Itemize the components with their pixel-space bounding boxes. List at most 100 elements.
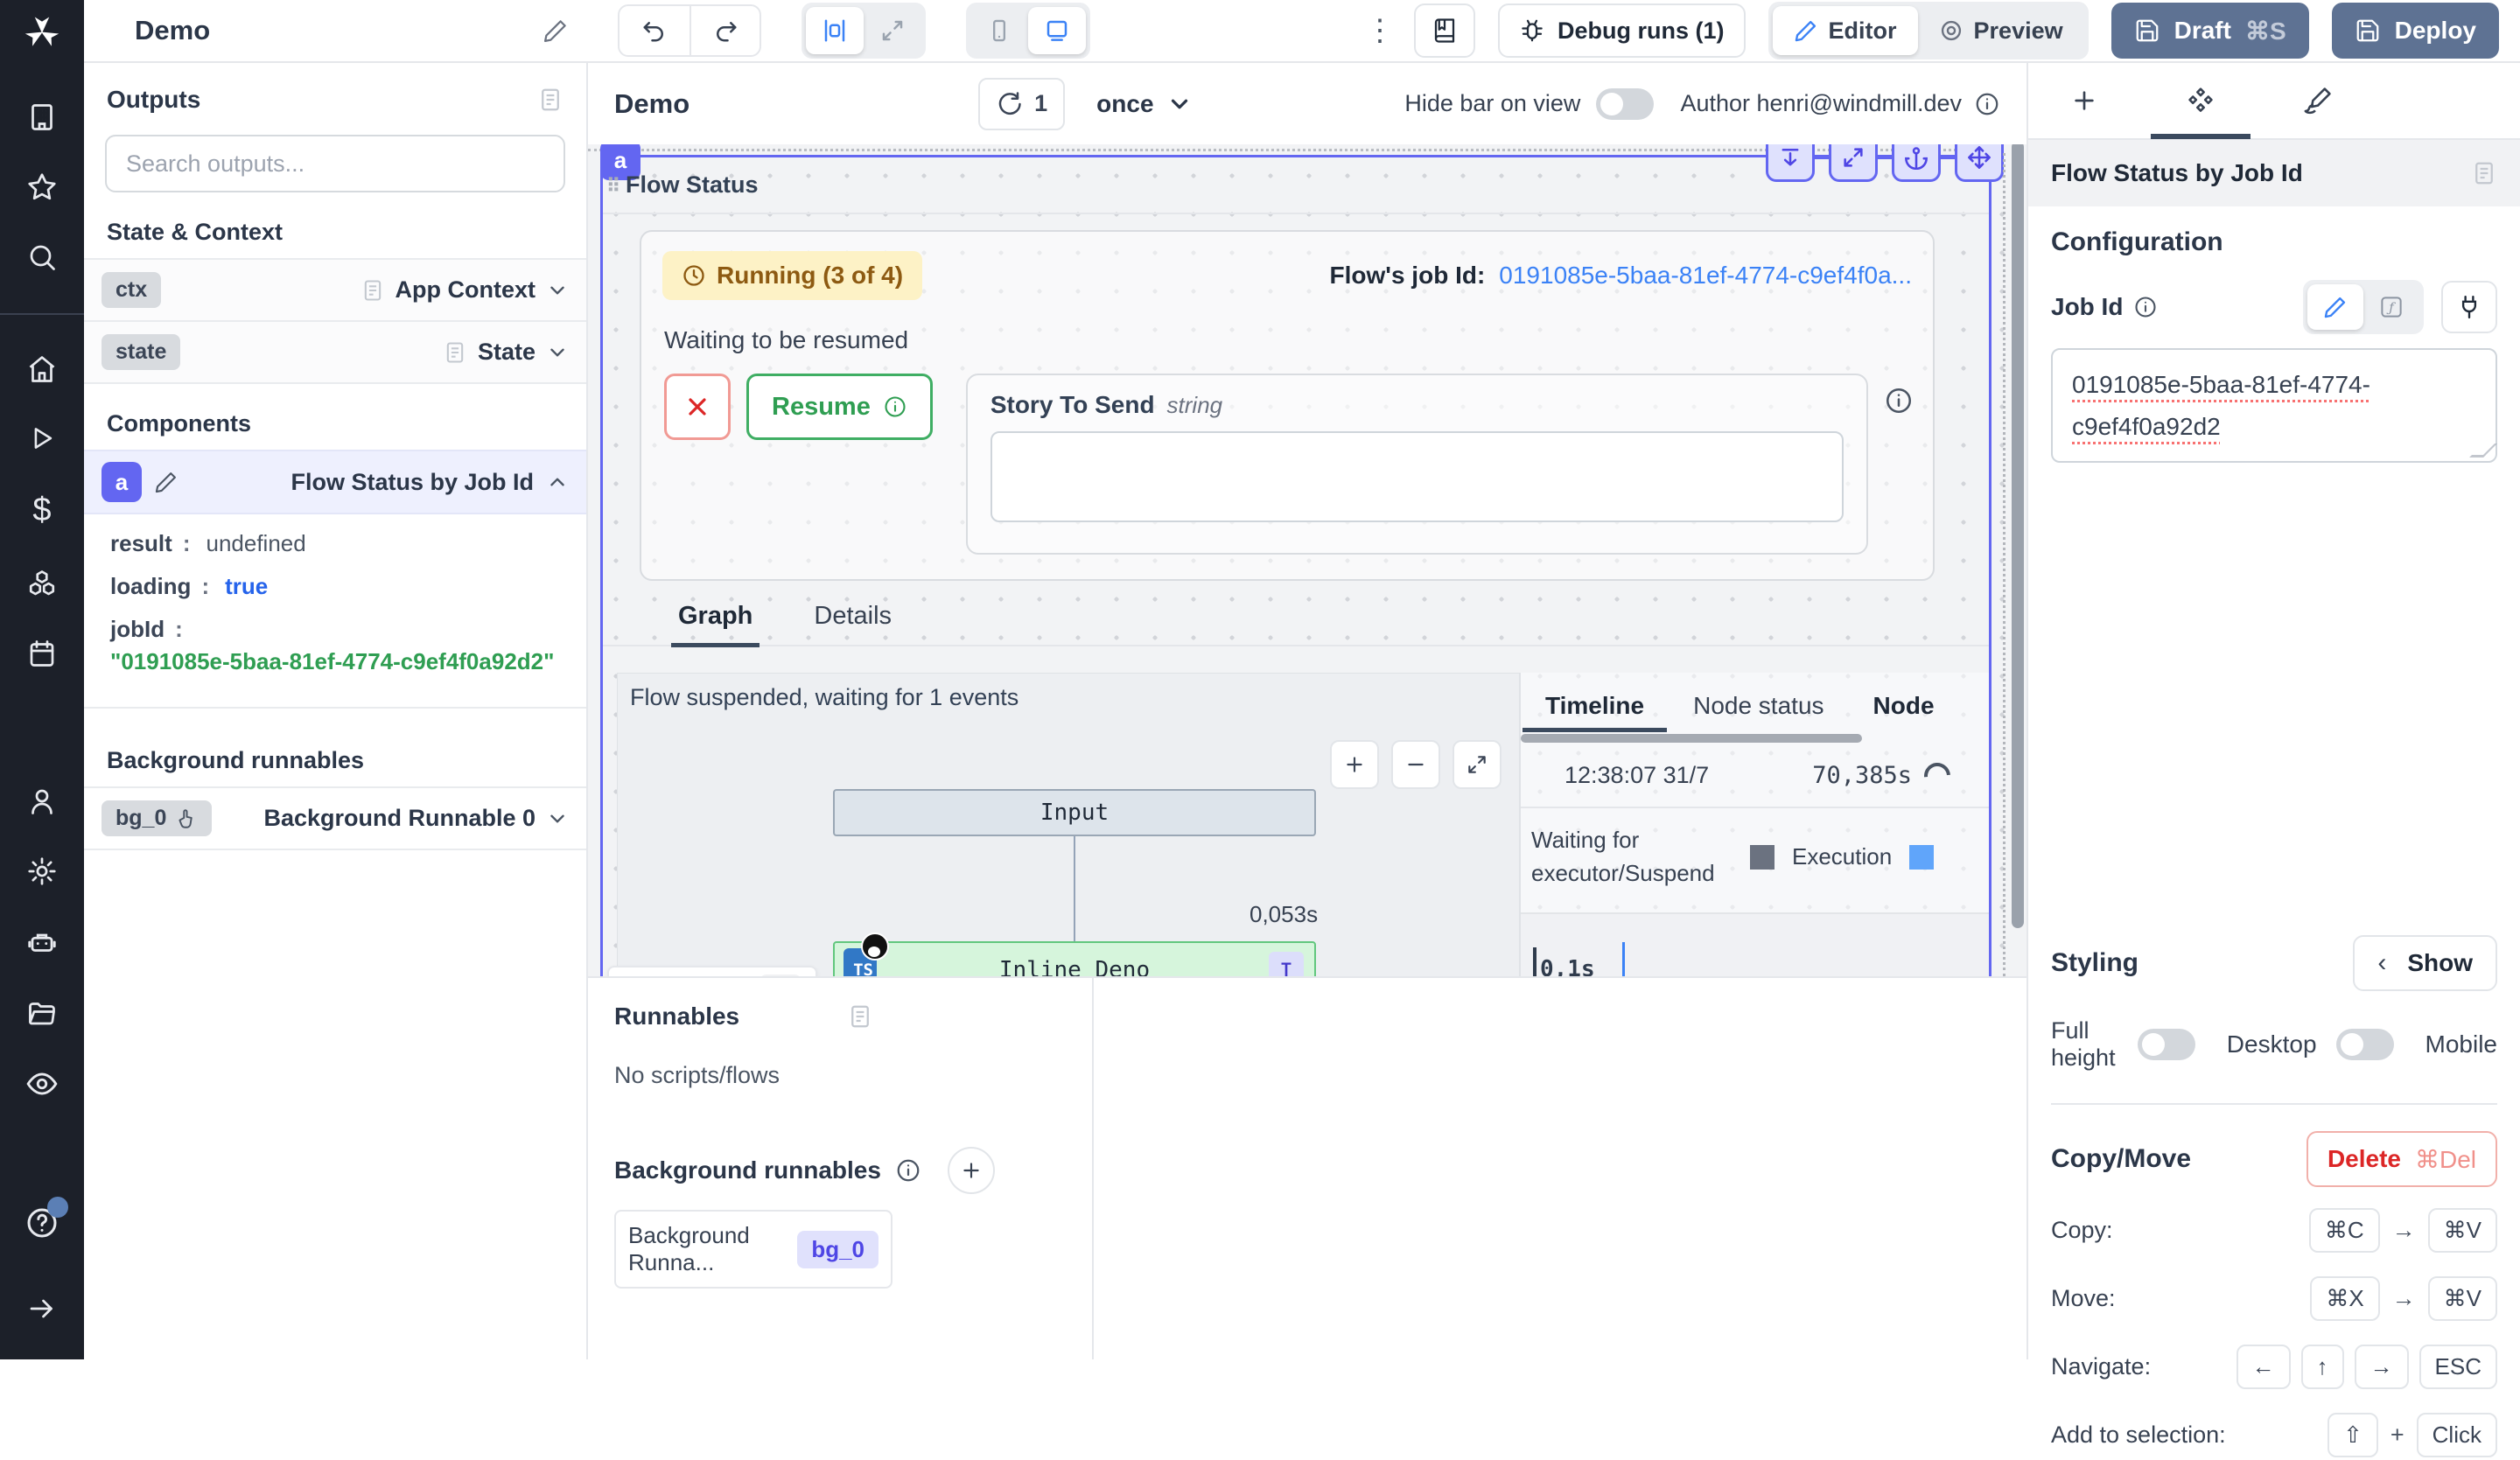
draft-shortcut: ⌘S	[2245, 17, 2286, 45]
job-id-textarea[interactable]: 0191085e-5baa-81ef-4774- c9ef4f0a92d2	[2051, 348, 2497, 463]
audit-eye-icon[interactable]	[25, 1067, 59, 1100]
center-layout-button[interactable]	[806, 7, 864, 54]
cancel-button[interactable]	[664, 374, 731, 440]
selected-component-flow-status[interactable]: a ⠿ Flow Status	[600, 155, 1992, 978]
graph-node-inline-deno[interactable]: TS Inline Deno I	[833, 941, 1316, 978]
settings-gear-icon[interactable]	[26, 856, 58, 887]
drag-handle[interactable]: ⠿	[606, 175, 619, 198]
users-icon[interactable]	[26, 786, 58, 817]
desktop-toggle[interactable]	[2336, 1029, 2394, 1060]
workspace-icon[interactable]	[26, 101, 58, 133]
bg-runnable-item[interactable]: Background Runna... bg_0	[614, 1210, 892, 1289]
settings-tab-components-icon[interactable]	[2175, 62, 2226, 139]
folders-icon[interactable]	[26, 997, 58, 1029]
add-bg-runnable-button[interactable]	[948, 1147, 995, 1194]
preview-target-icon	[1939, 18, 1964, 43]
deploy-button[interactable]: Deploy	[2332, 3, 2499, 59]
preview-tab[interactable]: Preview	[1918, 6, 2084, 55]
panel-doc-icon[interactable]	[2471, 160, 2497, 186]
flow-graph-panel[interactable]: Flow suspended, waiting for 1 events Inp…	[617, 673, 1520, 978]
styling-tab-brush-icon[interactable]	[2292, 62, 2343, 139]
chevron-down-icon[interactable]	[546, 807, 569, 830]
graph-fit-button[interactable]	[1452, 740, 1502, 789]
schedules-calendar-icon[interactable]	[26, 638, 58, 669]
app-canvas[interactable]: a ⠿ Flow Status	[588, 144, 2026, 978]
edit-title-pencil-icon[interactable]	[542, 17, 569, 44]
tab-node-definition[interactable]: Node	[1873, 692, 1935, 732]
fullwidth-layout-button[interactable]	[864, 7, 921, 54]
desktop-view-button[interactable]	[1028, 7, 1086, 54]
refresh-count-button[interactable]: 1	[978, 78, 1065, 130]
connect-plug-button[interactable]	[2441, 281, 2497, 333]
component-row-a[interactable]: a Flow Status by Job Id	[84, 450, 586, 514]
expression-mode-fx-button[interactable]: ƒ	[2363, 284, 2419, 330]
home-icon[interactable]	[26, 353, 58, 385]
favorites-star-icon[interactable]	[26, 171, 58, 203]
copy-shortcut-row: Copy: ⌘C→⌘V	[2051, 1205, 2497, 1255]
legend-waiting-label: Waiting for executor/Suspend	[1531, 824, 1732, 890]
result-value: undefined	[206, 530, 305, 556]
help-icon[interactable]	[24, 1205, 60, 1240]
tab-timeline[interactable]: Timeline	[1545, 692, 1644, 732]
runs-play-icon[interactable]	[27, 423, 57, 453]
search-outputs-input[interactable]	[126, 150, 544, 178]
save-icon	[2355, 17, 2381, 44]
info-icon[interactable]	[895, 1157, 921, 1184]
resources-cubes-icon[interactable]	[26, 568, 58, 599]
redo-button[interactable]	[690, 6, 760, 55]
draft-button[interactable]: Draft ⌘S	[2111, 3, 2309, 59]
pointer-hand-icon	[175, 807, 198, 830]
chevron-down-icon[interactable]	[546, 341, 569, 364]
debug-runs-button[interactable]: Debug runs (1)	[1498, 3, 1746, 58]
delete-button[interactable]: Delete ⌘Del	[2306, 1131, 2497, 1187]
info-icon[interactable]	[1974, 91, 2000, 117]
static-mode-pencil-button[interactable]	[2307, 284, 2363, 330]
resume-button[interactable]: Resume	[746, 374, 933, 440]
component-id-badge: a	[102, 462, 142, 502]
hide-bar-toggle[interactable]	[1596, 88, 1654, 120]
chevron-up-icon[interactable]	[546, 471, 569, 493]
collapse-arrow-icon[interactable]	[26, 1293, 58, 1324]
svg-text:ƒ: ƒ	[2386, 300, 2396, 316]
panel-doc-icon[interactable]	[847, 1003, 873, 1030]
tab-details[interactable]: Details	[814, 602, 892, 645]
flows-job-id-link[interactable]: 0191085e-5baa-81ef-4774-c9ef4f0a...	[1499, 262, 1912, 290]
timeline-duration: 70,385s	[1812, 762, 1912, 789]
graph-zoom-out-button[interactable]	[1391, 740, 1440, 789]
editor-tab[interactable]: Editor	[1773, 6, 1918, 55]
variables-dollar-icon[interactable]: $	[32, 492, 51, 529]
schedule-dropdown[interactable]: once	[1096, 90, 1192, 118]
graph-zoom-in-button[interactable]	[1330, 740, 1379, 789]
outputs-search[interactable]	[105, 135, 565, 192]
robot-icon[interactable]	[25, 926, 59, 959]
bg-runnable-row[interactable]: bg_0 Background Runnable 0	[84, 786, 586, 850]
full-height-toggle[interactable]	[2138, 1029, 2195, 1060]
chevron-down-icon[interactable]	[546, 279, 569, 302]
selected-component-header: Flow Status by Job Id	[2028, 140, 2520, 206]
top-toolbar: Demo ⋮ Debug runs (1) Editor	[84, 0, 2520, 63]
rename-pencil-icon[interactable]	[154, 470, 178, 494]
story-textarea[interactable]	[990, 431, 1844, 522]
info-icon[interactable]	[1884, 386, 1914, 416]
mobile-view-button[interactable]	[970, 7, 1028, 54]
undo-button[interactable]	[620, 6, 690, 55]
tab-node-status[interactable]: Node status	[1693, 692, 1824, 732]
delete-shortcut: ⌘Del	[2415, 1145, 2476, 1174]
panel-doc-icon[interactable]	[537, 87, 564, 113]
typescript-deno-icon: TS	[844, 933, 889, 978]
state-row[interactable]: state State	[84, 322, 586, 384]
info-icon[interactable]	[2133, 295, 2158, 319]
tab-graph[interactable]: Graph	[678, 602, 752, 645]
canvas-v-scrollbar[interactable]	[2012, 144, 2024, 928]
docs-book-button[interactable]	[1414, 3, 1475, 58]
graph-node-input[interactable]: Input	[833, 789, 1316, 836]
bg0-label: Background Runnable 0	[263, 805, 536, 832]
story-type: string	[1167, 392, 1223, 418]
search-icon[interactable]	[26, 241, 58, 273]
insert-tab-plus-icon[interactable]	[2060, 62, 2109, 139]
ctx-row[interactable]: ctx App Context	[84, 258, 586, 322]
timeline-h-scrollbar[interactable]	[1521, 734, 1862, 743]
show-styling-button[interactable]: ‹ Show	[2353, 935, 2497, 991]
more-menu-kebab-icon[interactable]: ⋮	[1365, 13, 1391, 48]
windmill-logo[interactable]	[0, 0, 84, 63]
